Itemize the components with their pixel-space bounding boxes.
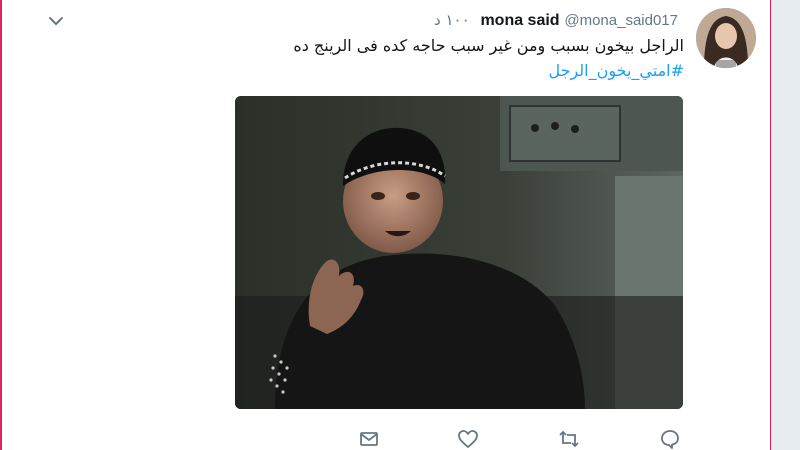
- chevron-down-icon[interactable]: [48, 12, 64, 25]
- message-icon[interactable]: [659, 428, 681, 450]
- timestamp[interactable]: ١٠٠ د: [434, 11, 470, 29]
- tweet-media-image[interactable]: [235, 96, 683, 409]
- avatar[interactable]: [696, 8, 756, 68]
- tweet-actions: [2, 428, 770, 450]
- display-name[interactable]: mona said: [480, 12, 559, 29]
- retweet-icon[interactable]: [558, 428, 580, 450]
- tweet-header: mona said @mona_said017 ١٠٠ د: [434, 10, 684, 31]
- tweet-card[interactable]: mona said @mona_said017 ١٠٠ د الراجل بيخ…: [2, 0, 770, 450]
- reply-icon[interactable]: [358, 428, 380, 450]
- hashtag-link[interactable]: #امتي_يخون_الرجل: [548, 59, 684, 83]
- like-icon[interactable]: [457, 428, 479, 450]
- tweet-text: الراجل بيخون بسبب ومن غير سبب حاجه كده ف…: [293, 36, 684, 55]
- timeline-margin: [770, 0, 800, 450]
- user-handle[interactable]: @mona_said017: [564, 12, 678, 29]
